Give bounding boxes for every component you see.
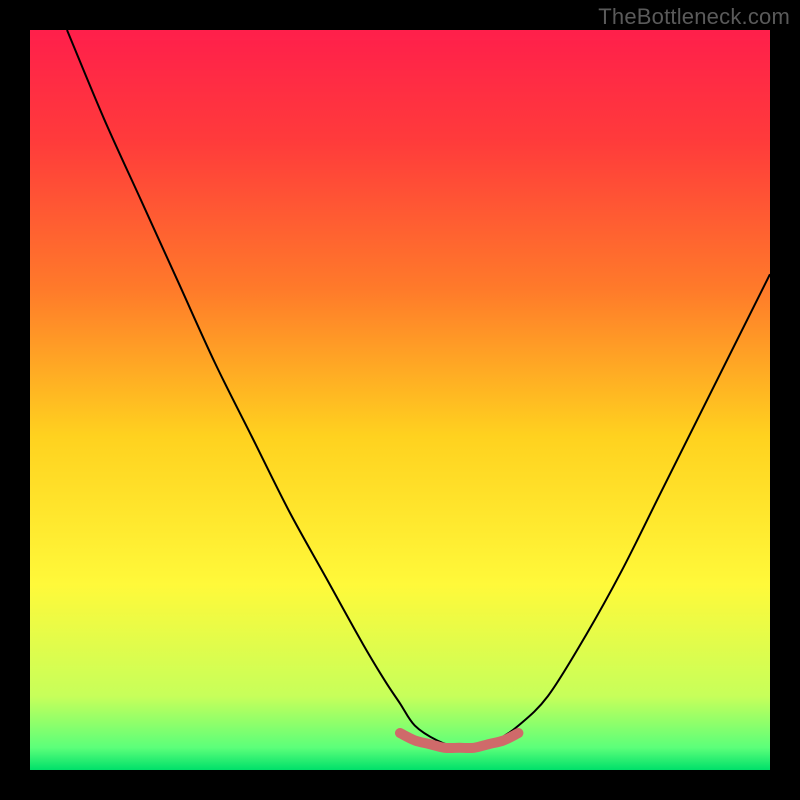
chart-svg xyxy=(30,30,770,770)
chart-frame: TheBottleneck.com xyxy=(0,0,800,800)
background-rect xyxy=(30,30,770,770)
watermark-text: TheBottleneck.com xyxy=(598,4,790,30)
plot-area xyxy=(30,30,770,770)
